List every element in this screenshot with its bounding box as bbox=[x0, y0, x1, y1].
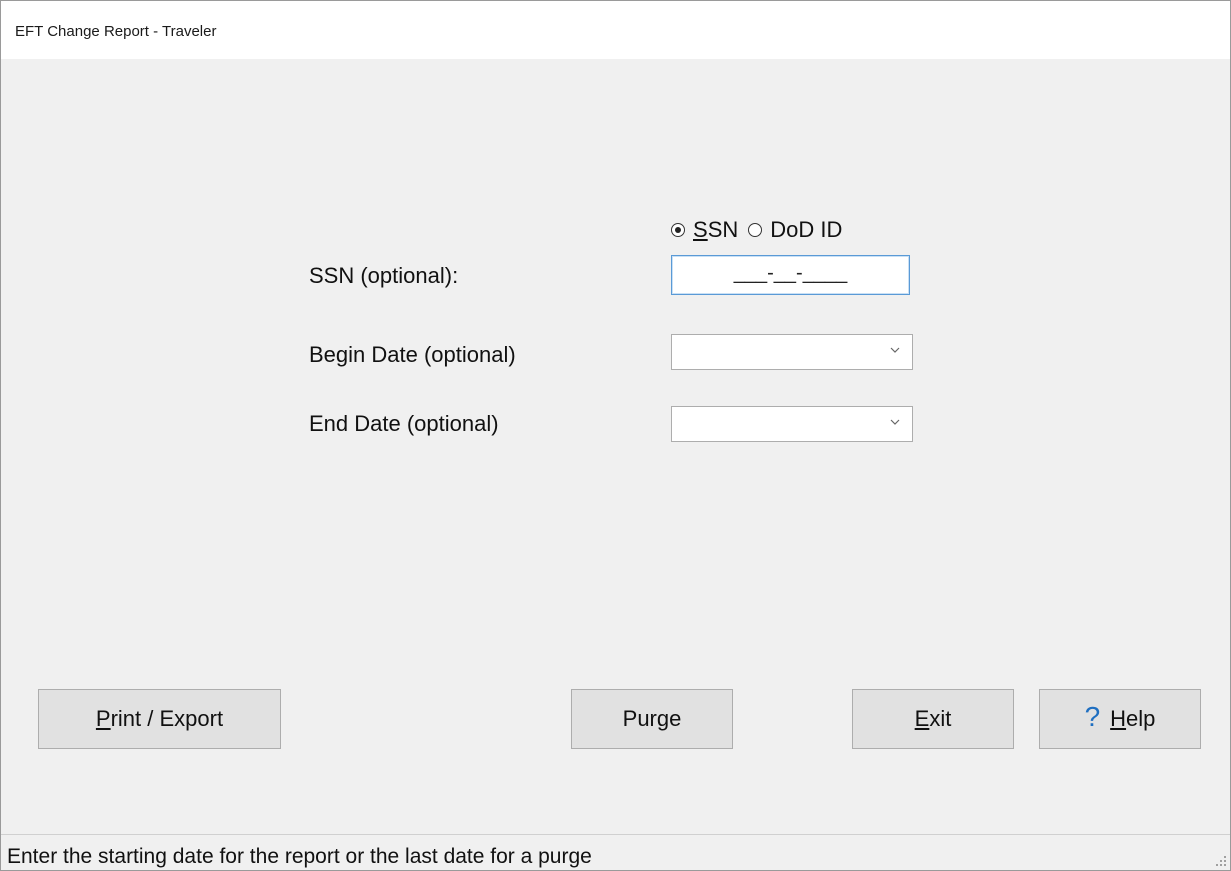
ssn-radio-mnemonic: S bbox=[693, 217, 708, 242]
ssn-radio[interactable]: SSN bbox=[671, 217, 738, 243]
ssn-input-mask: ___-__-____ bbox=[733, 262, 848, 284]
window-title: EFT Change Report - Traveler bbox=[15, 23, 217, 40]
ssn-radio-label-rest: SN bbox=[707, 217, 739, 242]
purge-button[interactable]: Purge bbox=[571, 689, 733, 749]
eft-change-report-window: EFT Change Report - Traveler SSN DoD ID … bbox=[0, 0, 1231, 871]
print-export-button[interactable]: Print / Export bbox=[38, 689, 281, 749]
print-export-label: rint / Export bbox=[110, 706, 224, 731]
ssn-label: SSN (optional): bbox=[309, 263, 459, 288]
help-icon: ? bbox=[1084, 701, 1101, 732]
print-export-mnemonic: P bbox=[95, 706, 111, 731]
end-date-dropdown[interactable] bbox=[671, 406, 913, 442]
title-bar: EFT Change Report - Traveler bbox=[1, 1, 1230, 59]
chevron-down-icon[interactable] bbox=[888, 343, 902, 357]
status-bar: Enter the starting date for the report o… bbox=[1, 834, 1230, 870]
purge-label: Purge bbox=[622, 706, 682, 731]
dod-id-radio-label: DoD ID bbox=[770, 217, 843, 242]
exit-mnemonic: E bbox=[914, 706, 930, 731]
resize-grip-icon[interactable] bbox=[1215, 855, 1227, 867]
radio-checked-icon bbox=[671, 223, 685, 237]
help-label: elp bbox=[1126, 706, 1156, 731]
ssn-radio-label: SSN bbox=[693, 217, 738, 243]
end-date-label: End Date (optional) bbox=[309, 411, 499, 436]
exit-label: xit bbox=[929, 706, 952, 731]
help-mnemonic: H bbox=[1110, 706, 1127, 731]
exit-button[interactable]: Exit bbox=[852, 689, 1014, 749]
status-text: Enter the starting date for the report o… bbox=[7, 845, 592, 868]
id-type-radio-group: SSN DoD ID bbox=[671, 215, 842, 245]
begin-date-label: Begin Date (optional) bbox=[309, 342, 516, 367]
radio-unchecked-icon bbox=[748, 223, 763, 237]
ssn-input[interactable]: ___-__-____ bbox=[671, 255, 910, 295]
dod-id-radio[interactable]: DoD ID bbox=[748, 217, 842, 243]
chevron-down-icon[interactable] bbox=[888, 415, 902, 429]
begin-date-dropdown[interactable] bbox=[671, 334, 913, 370]
help-button[interactable]: ? Help bbox=[1039, 689, 1201, 749]
